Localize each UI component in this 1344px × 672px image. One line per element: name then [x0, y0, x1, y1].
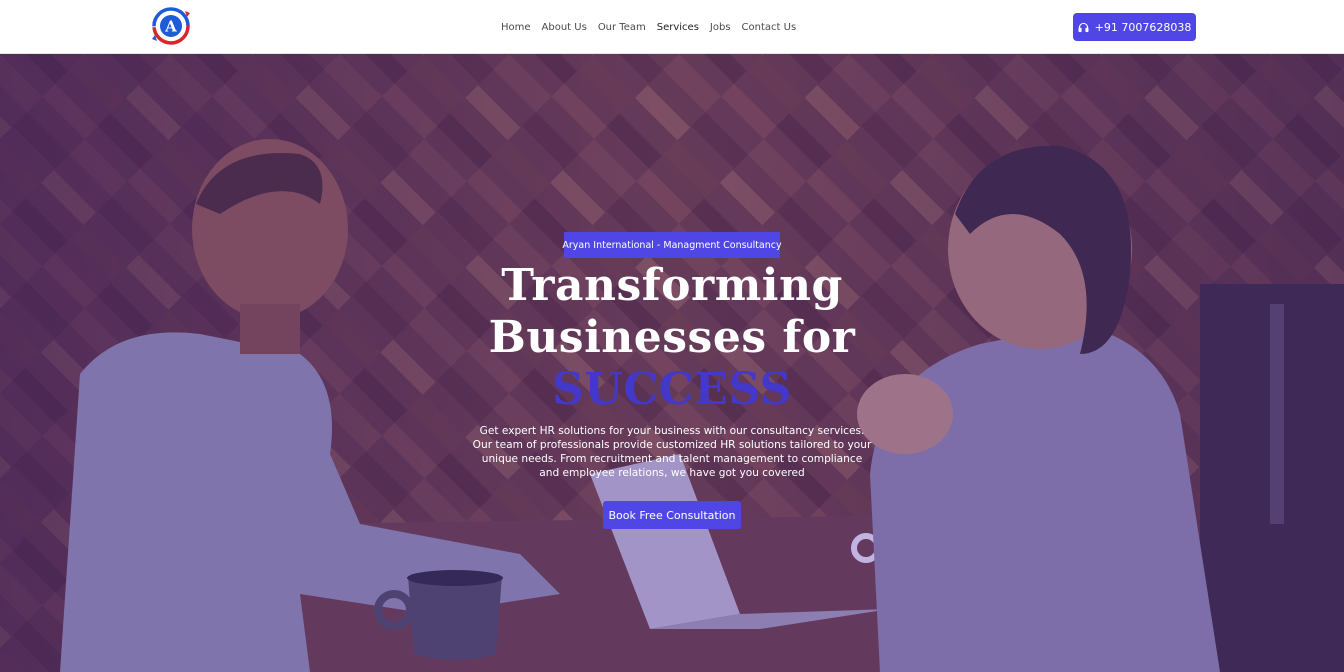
book-consultation-button[interactable]: Book Free Consultation [603, 501, 741, 529]
headline-accent: SUCCESS [552, 364, 792, 415]
nav-jobs[interactable]: Jobs [710, 22, 731, 33]
main-nav: Home About Us Our Team Services Jobs Con… [501, 0, 807, 54]
hero-headline: Transforming Businesses for SUCCESS [372, 260, 972, 416]
logo-letter: A [164, 18, 177, 36]
hero-description: Get expert HR solutions for your busines… [472, 425, 872, 479]
headline-line-1: Transforming [501, 260, 843, 311]
headline-line-2: Businesses for [488, 312, 856, 363]
nav-about-us[interactable]: About Us [542, 22, 587, 33]
company-badge: Aryan International - Managment Consulta… [562, 232, 782, 258]
nav-home[interactable]: Home [501, 22, 531, 33]
phone-number: +91 7007628038 [1094, 20, 1192, 34]
nav-services[interactable]: Services [657, 22, 699, 33]
phone-button[interactable]: +91 7007628038 [1073, 13, 1196, 41]
navbar: A Home About Us Our Team Services Jobs C… [0, 0, 1344, 54]
company-logo[interactable]: A [149, 3, 193, 49]
hero-content: Aryan International - Managment Consulta… [0, 54, 1344, 672]
hero-section: Aryan International - Managment Consulta… [0, 54, 1344, 672]
headphones-icon [1078, 22, 1089, 32]
nav-our-team[interactable]: Our Team [598, 22, 646, 33]
nav-contact-us[interactable]: Contact Us [742, 22, 797, 33]
